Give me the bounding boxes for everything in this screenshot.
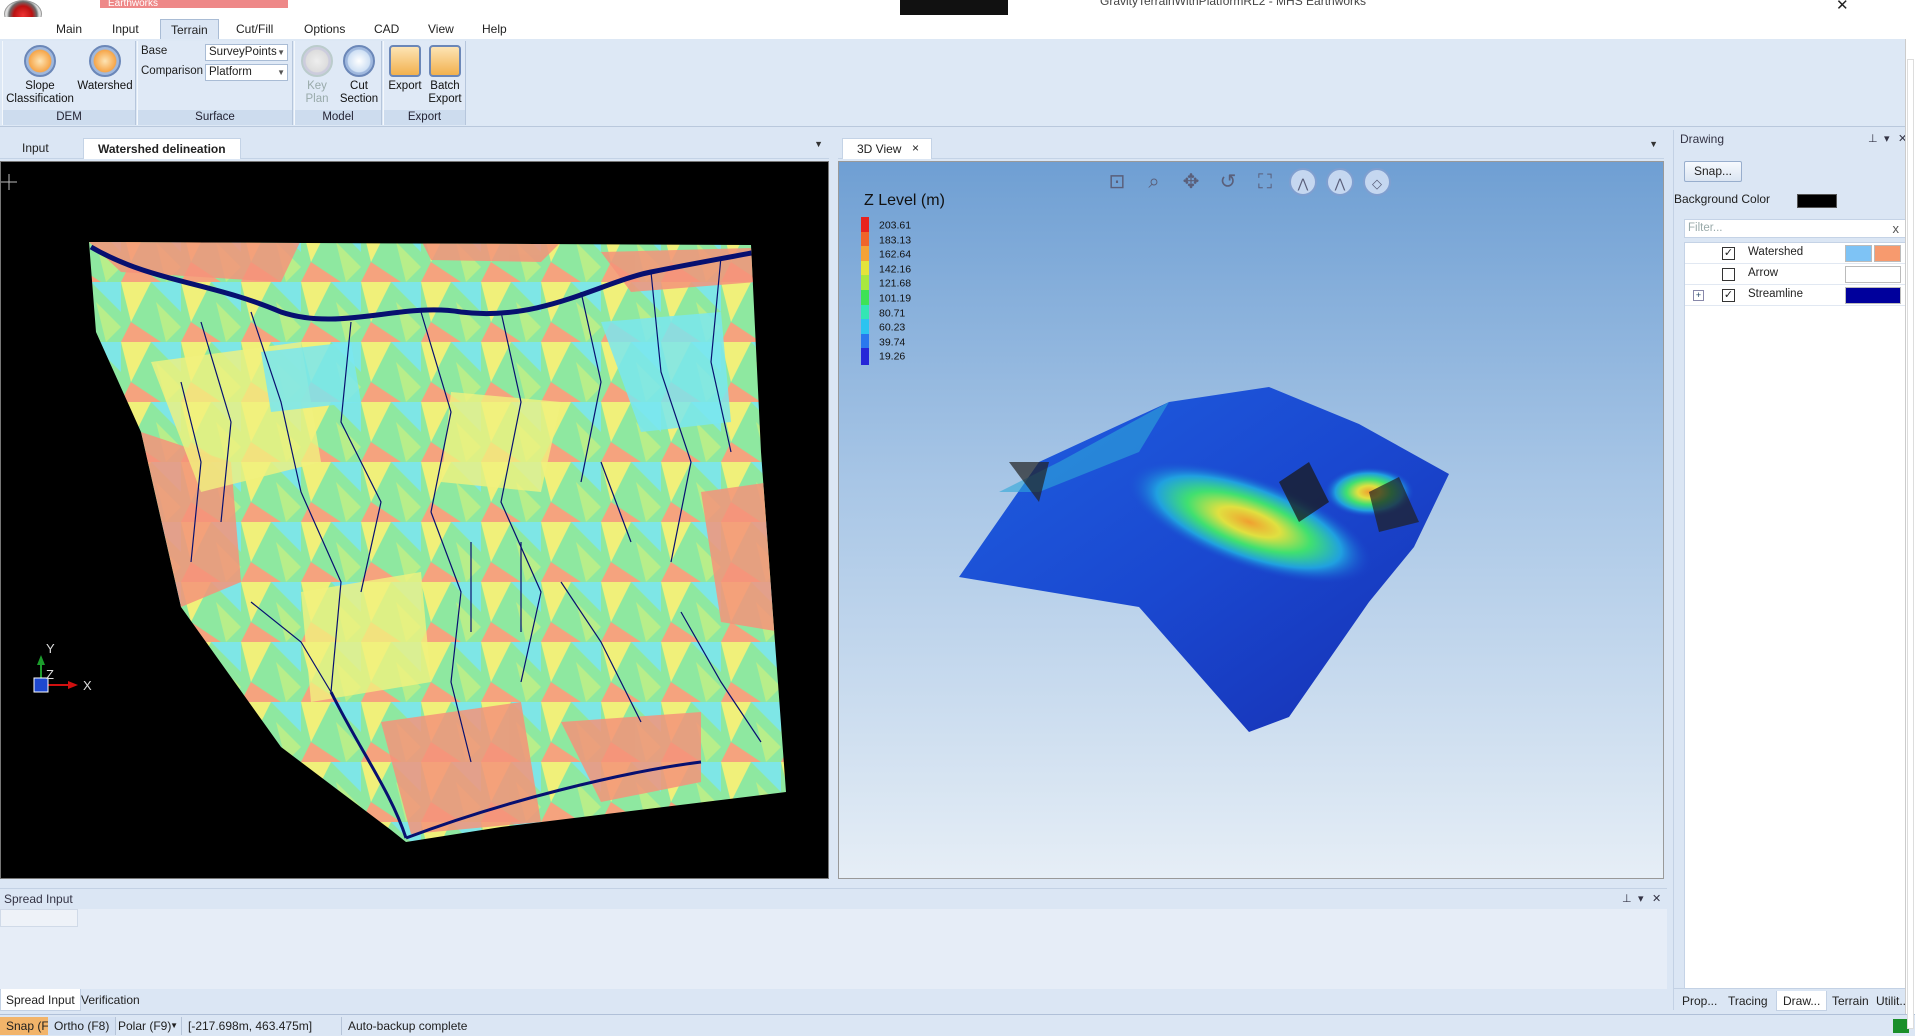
batch-export-button[interactable]: Batch Export (425, 45, 465, 106)
pin-icon[interactable]: ⊥ (1868, 130, 1878, 148)
chevron-down-icon[interactable]: ▼ (170, 1017, 178, 1035)
svg-text:X: X (83, 678, 92, 693)
color-swatch[interactable] (1845, 245, 1872, 262)
pin-icon[interactable]: ⊥ (1622, 889, 1632, 909)
layer-checkbox[interactable]: ✓ (1722, 247, 1735, 260)
filter-input[interactable]: Filter... x (1684, 219, 1906, 238)
watershed-canvas[interactable]: Y Z X (0, 161, 829, 879)
context-tab: Earthworks (100, 0, 288, 8)
tab-view[interactable]: View (418, 19, 464, 39)
watershed-button[interactable]: Watershed (75, 45, 135, 93)
3d-view-canvas[interactable]: ⊡ ⌕ ✥ ↺ ⛶ ⋀ ⋀ ◇ Z Level (m) 203.61 183.13… (838, 161, 1664, 879)
group-label-model: Model (295, 110, 381, 125)
svg-text:Z: Z (46, 667, 54, 682)
ortho-toggle[interactable]: Ortho (F8) (48, 1017, 117, 1035)
svg-text:Y: Y (46, 641, 55, 656)
background-color-label: Background Color (1674, 192, 1771, 206)
right-doc-tabs: 3D View × ▼ (838, 135, 1664, 159)
tab-watershed-delineation[interactable]: Watershed delineation (83, 138, 241, 159)
comparison-select[interactable]: Platform ▼ (205, 64, 288, 81)
export-button[interactable]: Export (385, 45, 425, 93)
left-doc-tabs: Input Watershed delineation ▼ (0, 135, 829, 159)
tab-main[interactable]: Main (46, 19, 92, 39)
scrollbar-thumb[interactable] (1907, 59, 1914, 1029)
title-overlay (900, 0, 1008, 15)
comparison-label: Comparison (141, 65, 203, 77)
chevron-down-icon[interactable]: ▾ (1638, 889, 1644, 909)
coordinate-readout: [-217.698m, 463.475m] (182, 1017, 342, 1035)
spread-input-panel: Spread Input ⊥ ▾ ✕ Spread Input Verifica… (0, 888, 1667, 1012)
tab-cad[interactable]: CAD (364, 19, 409, 39)
batch-export-icon (429, 45, 461, 77)
window-title: GravityTerrainWithPlatformRL2 - MHS Eart… (1100, 0, 1367, 8)
slope-classification-button[interactable]: Slope Classification (5, 45, 75, 106)
group-dem: Slope Classification Watershed DEM (2, 41, 136, 125)
drawing-panel-header: Drawing ⊥ ▾ ✕ (1674, 130, 1914, 148)
doc-list-dropdown-icon[interactable]: ▼ (814, 139, 823, 149)
layer-row-arrow[interactable]: Arrow (1685, 264, 1905, 285)
layer-list: ✓ Watershed Arrow + ✓ Streamline (1684, 242, 1906, 1002)
polar-toggle[interactable]: Polar (F9) ▼ (112, 1017, 182, 1035)
tab-terrain-panel[interactable]: Terrain (1826, 991, 1875, 1011)
group-model: Key Plan Cut Section Model (294, 41, 382, 125)
drawing-panel: Drawing ⊥ ▾ ✕ Snap... Background Color F… (1673, 130, 1914, 1011)
group-label-dem: DEM (3, 110, 135, 125)
spread-input-header: Spread Input ⊥ ▾ ✕ (0, 889, 1667, 909)
tab-spread-input[interactable]: Spread Input (0, 989, 81, 1011)
chevron-down-icon: ▼ (277, 68, 285, 77)
layer-row-streamline[interactable]: + ✓ Streamline (1685, 285, 1905, 306)
close-icon[interactable]: ✕ (1652, 889, 1661, 909)
tab-tracing[interactable]: Tracing (1722, 991, 1774, 1011)
background-color-swatch[interactable] (1797, 194, 1837, 208)
slope-classification-icon (24, 45, 56, 77)
ribbon-tab-bar: Main Input Terrain Cut/Fill Options CAD … (0, 17, 1915, 39)
watershed-icon (89, 45, 121, 77)
group-label-export: Export (384, 110, 465, 125)
tab-help[interactable]: Help (472, 19, 517, 39)
tab-drawing[interactable]: Draw... (1776, 991, 1828, 1011)
group-export: Export Batch Export Export (383, 41, 466, 125)
chevron-down-icon[interactable]: ▾ (1884, 130, 1890, 148)
tab-cut-fill[interactable]: Cut/Fill (226, 19, 283, 39)
tab-options[interactable]: Options (294, 19, 355, 39)
key-plan-button[interactable]: Key Plan (297, 45, 337, 106)
doc-list-dropdown-icon[interactable]: ▼ (1649, 139, 1658, 149)
tab-input-doc[interactable]: Input (8, 138, 63, 159)
layer-checkbox[interactable] (1722, 268, 1735, 281)
status-bar: Snap (F3) Ortho (F8) Polar (F9) ▼ [-217.6… (0, 1014, 1915, 1036)
watershed-map: Y Z X (1, 174, 786, 842)
spread-input-cell[interactable] (0, 909, 78, 927)
drawing-panel-tabs: Prop... Tracing Draw... Terrain Utilit..… (1674, 988, 1914, 1011)
layer-checkbox[interactable]: ✓ (1722, 289, 1735, 302)
axis-triad: Y Z X (33, 641, 92, 693)
tab-input[interactable]: Input (102, 19, 149, 39)
clear-filter-icon[interactable]: x (1893, 220, 1900, 237)
color-swatch[interactable] (1845, 287, 1901, 304)
snap-button[interactable]: Snap... (1684, 161, 1742, 182)
layer-row-watershed[interactable]: ✓ Watershed (1685, 243, 1905, 264)
crosshair-cursor-icon (1, 174, 17, 190)
ribbon: Slope Classification Watershed DEM Base … (0, 39, 1915, 127)
status-message: Auto-backup complete (348, 1019, 468, 1033)
close-window-button[interactable]: ✕ (1836, 0, 1849, 14)
tab-terrain[interactable]: Terrain (160, 19, 219, 39)
color-swatch[interactable] (1874, 245, 1901, 262)
tab-properties[interactable]: Prop... (1676, 991, 1723, 1011)
spread-input-body[interactable] (0, 909, 1667, 989)
terrain-3d-model (959, 387, 1449, 732)
close-tab-icon[interactable]: × (912, 141, 919, 155)
group-label-surface: Surface (138, 110, 292, 125)
group-surface: Base SurveyPoints ▼ Comparison Platform ▼ … (137, 41, 293, 125)
base-label: Base (141, 45, 168, 57)
tab-verification[interactable]: Verification (76, 989, 145, 1011)
export-icon (389, 45, 421, 77)
cut-section-button[interactable]: Cut Section (337, 45, 381, 106)
key-plan-icon (301, 45, 333, 77)
base-select[interactable]: SurveyPoints ▼ (205, 44, 288, 61)
window-scrollbar[interactable] (1905, 39, 1915, 1029)
chevron-down-icon: ▼ (277, 48, 285, 57)
color-swatch[interactable] (1845, 266, 1901, 283)
cut-section-icon (343, 45, 375, 77)
expand-icon[interactable]: + (1693, 290, 1704, 301)
